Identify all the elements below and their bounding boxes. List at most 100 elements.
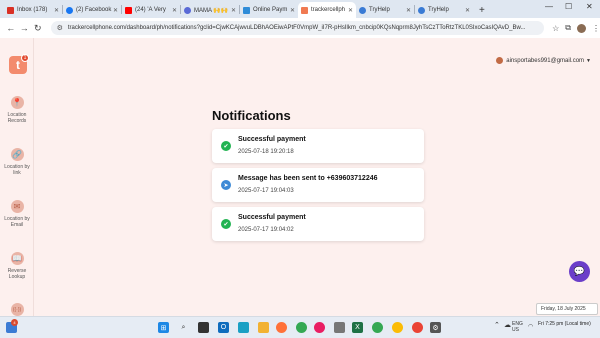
tracker-logo-icon: [301, 6, 308, 14]
sidebar-item-location-records[interactable]: 📍 Location Records: [0, 96, 34, 124]
firefox-icon[interactable]: [276, 322, 287, 333]
page-title: Notifications: [212, 108, 291, 123]
tab-label: TryHelp: [369, 7, 390, 13]
tab-label: (24) 'A Very: [135, 7, 166, 13]
notification-card[interactable]: ✔ Successful payment 2025-07-17 19:04:02: [212, 207, 424, 241]
sidebar-item-signal[interactable]: ((·)): [0, 303, 34, 316]
bookmark-star-icon[interactable]: ☆: [552, 24, 559, 33]
user-menu[interactable]: ainsportabes991@gmail.com ▼: [496, 57, 591, 64]
close-icon[interactable]: ✕: [290, 7, 295, 14]
windows-start-icon[interactable]: ⊞: [158, 322, 169, 333]
taskbar-clock[interactable]: Fri 7:25 pm (Local time): [538, 321, 591, 328]
notification-date: 2025-07-18 19:20:18: [238, 149, 294, 155]
tab-label: (2) Facebook: [76, 7, 112, 13]
chevron-up-icon[interactable]: ⌃: [494, 322, 500, 329]
location-pin-icon: 📍: [10, 96, 24, 109]
check-icon: ✔: [221, 219, 231, 229]
settings-app-icon[interactable]: [334, 322, 345, 333]
chrome-profile-icon[interactable]: [372, 322, 383, 333]
tab-online-payment[interactable]: Online Paym ✕: [240, 2, 298, 18]
send-icon: ➤: [221, 180, 231, 190]
sidebar-item-label: Location by Email: [4, 216, 30, 228]
browser-toolbar: ← → ↻ ⚙ trackercellphone.com/dashboard/p…: [0, 18, 600, 38]
taskbar: 4 ⊞ ⌕ O X ⚙ ⌃ ☁ ENG US ◠ Fri 7:25 pm (Lo…: [0, 316, 600, 338]
close-icon[interactable]: ✕: [231, 7, 236, 14]
tab-trackercellphone[interactable]: trackercellph ✕: [298, 2, 356, 18]
sidebar-item-label: Location by link: [4, 164, 30, 176]
sidebar-item-label: Reverse Lookup: [7, 268, 27, 280]
profile-avatar[interactable]: [576, 23, 586, 33]
notification-date: 2025-07-17 19:04:03: [238, 188, 294, 194]
notification-card[interactable]: ✔ Successful payment 2025-07-18 19:20:18: [212, 129, 424, 163]
tab-label: TryHelp: [428, 7, 449, 13]
extensions-icon[interactable]: ⧉: [565, 23, 571, 33]
chat-icon: [184, 6, 191, 14]
signal-icon: ((·)): [10, 303, 24, 316]
logo-badge: 1: [21, 54, 29, 62]
tab-youtube[interactable]: (24) 'A Very ✕: [122, 2, 180, 18]
edge-icon[interactable]: [238, 322, 249, 333]
folder-icon[interactable]: [258, 322, 269, 333]
notification-title: Successful payment: [238, 214, 306, 221]
close-icon[interactable]: ✕: [113, 7, 118, 14]
minimize-icon[interactable]: —: [545, 2, 553, 11]
sidebar-item-location-by-email[interactable]: ✉ Location by Email: [0, 200, 34, 228]
user-avatar: [496, 57, 504, 64]
tab-tryhelp-2[interactable]: TryHelp ✕: [415, 2, 473, 18]
tab-strip: Inbox (178) ✕ (2) Facebook ✕ (24) 'A Ver…: [0, 0, 600, 18]
check-icon: ✔: [221, 141, 231, 151]
gmail-icon: [7, 6, 14, 14]
date-tooltip: Friday, 18 July 2025: [536, 303, 598, 315]
gear-icon[interactable]: ⚙: [430, 322, 441, 333]
search-icon[interactable]: ⌕: [178, 322, 189, 333]
globe-icon: [359, 6, 366, 14]
menu-icon[interactable]: ⋮: [592, 24, 600, 33]
notification-title: Successful payment: [238, 136, 306, 143]
cloud-icon[interactable]: ☁: [504, 322, 511, 329]
youtube-icon: [125, 6, 132, 14]
site-info-icon[interactable]: ⚙: [57, 24, 63, 32]
sidebar: t 1 📍 Location Records 🔗 Location by lin…: [0, 38, 34, 316]
notification-title: Message has been sent to +639603712246: [238, 175, 378, 182]
chrome-profile-2-icon[interactable]: [392, 322, 403, 333]
notification-card[interactable]: ➤ Message has been sent to +639603712246…: [212, 168, 424, 202]
sidebar-item-reverse-lookup[interactable]: 📖 Reverse Lookup: [0, 252, 34, 280]
tab-label: Online Paym: [253, 7, 288, 13]
close-icon[interactable]: ✕: [348, 7, 353, 14]
book-icon: 📖: [10, 252, 24, 265]
close-icon[interactable]: ✕: [172, 7, 177, 14]
chat-support-button[interactable]: 💬: [569, 261, 590, 282]
close-icon[interactable]: ✕: [406, 7, 411, 14]
tab-facebook[interactable]: (2) Facebook ✕: [63, 2, 121, 18]
document-icon: [243, 6, 250, 14]
close-icon[interactable]: ✕: [54, 7, 59, 14]
url-text: trackercellphone.com/dashboard/ph/notifi…: [67, 25, 526, 31]
new-tab-button[interactable]: +: [473, 2, 491, 18]
tab-tryhelp[interactable]: TryHelp ✕: [356, 2, 414, 18]
close-icon[interactable]: ✕: [465, 7, 470, 14]
tab-mama[interactable]: MAMA 🙌🙌 ✕: [181, 2, 239, 18]
mail-icon: ✉: [10, 200, 24, 213]
back-icon[interactable]: ←: [4, 23, 18, 33]
reload-icon[interactable]: ↻: [31, 23, 45, 34]
chrome-icon[interactable]: [296, 322, 307, 333]
user-email: ainsportabes991@gmail.com: [506, 57, 585, 64]
close-window-icon[interactable]: ✕: [586, 2, 593, 11]
maximize-icon[interactable]: ☐: [565, 2, 572, 11]
wifi-icon[interactable]: ◠: [528, 324, 533, 330]
excel-icon[interactable]: X: [352, 322, 363, 333]
sidebar-item-location-by-link[interactable]: 🔗 Location by link: [0, 148, 34, 176]
address-bar[interactable]: ⚙ trackercellphone.com/dashboard/ph/noti…: [50, 21, 545, 35]
task-view-icon[interactable]: [198, 322, 209, 333]
chrome-profile-3-icon[interactable]: [412, 322, 423, 333]
tab-label: trackercellph: [311, 7, 346, 13]
color-app-icon[interactable]: [314, 322, 325, 333]
tab-label: Inbox (178): [17, 7, 48, 13]
tab-gmail[interactable]: Inbox (178) ✕: [4, 2, 62, 18]
notification-date: 2025-07-17 19:04:02: [238, 227, 294, 233]
outlook-icon[interactable]: O: [218, 322, 229, 333]
globe-icon: [418, 6, 425, 14]
forward-icon[interactable]: →: [18, 23, 32, 33]
language-indicator[interactable]: ENG US: [512, 321, 523, 333]
facebook-icon: [66, 6, 73, 14]
